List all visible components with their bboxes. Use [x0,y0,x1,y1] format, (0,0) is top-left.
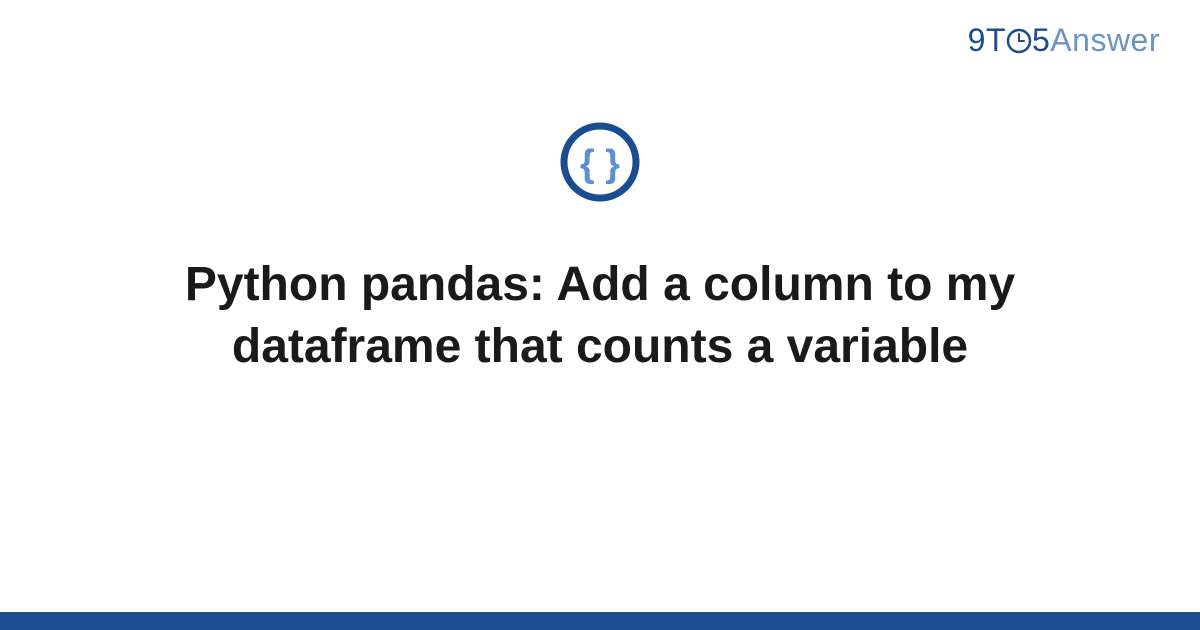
bottom-accent-bar [0,612,1200,630]
page-title: Python pandas: Add a column to my datafr… [120,254,1080,379]
brand-five: 5 [1032,22,1050,58]
brand-answer: Answer [1050,22,1160,58]
brand-clock-icon [1006,25,1032,51]
brand-nine: 9 [968,22,986,58]
code-braces-icon: { } [558,120,642,204]
brand-t: T [986,22,1006,58]
svg-text:{ }: { } [580,143,620,185]
main-content: { } Python pandas: Add a column to my da… [0,120,1200,379]
brand-logo: 9T 5Answer [968,22,1160,59]
